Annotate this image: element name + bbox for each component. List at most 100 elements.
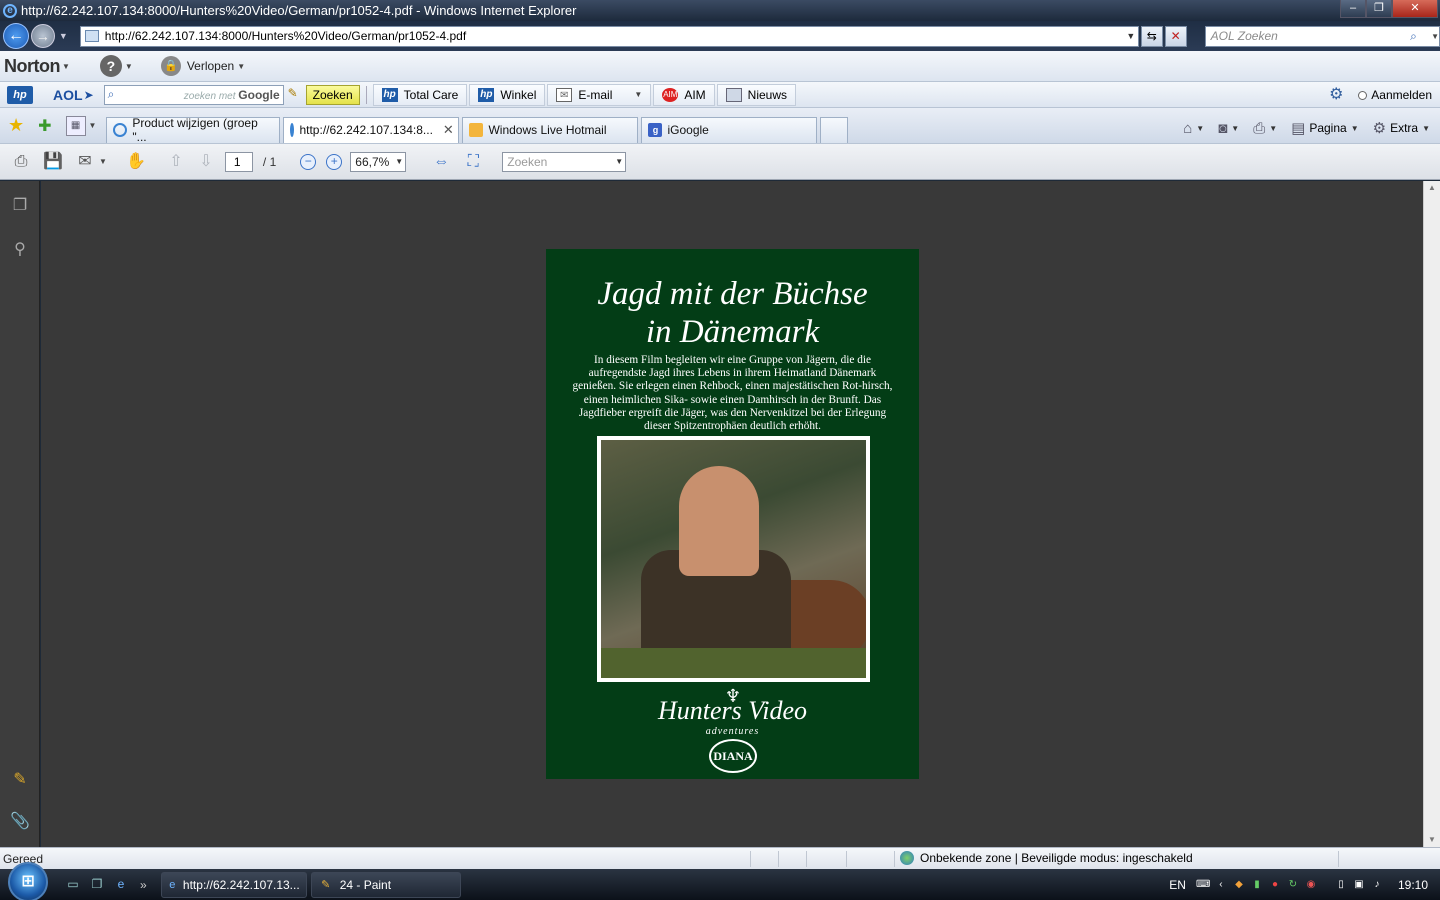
zoom-dropdown-icon[interactable]: ▼ — [393, 157, 405, 166]
expire-dropdown-icon[interactable]: ▼ — [237, 62, 245, 71]
scroll-down-icon[interactable]: ▼ — [1424, 833, 1440, 847]
page-menu[interactable]: Pagina — [1309, 121, 1346, 135]
add-favorite-icon[interactable]: ✚ — [38, 116, 51, 136]
tools-dropdown-icon[interactable]: ▼ — [1422, 124, 1430, 133]
history-dropdown-icon[interactable]: ▼ — [59, 31, 68, 41]
highlight-icon[interactable]: ✎ — [288, 86, 304, 104]
aol-logo[interactable]: AOL — [53, 87, 83, 103]
keyboard-icon[interactable]: ⌨ — [1196, 878, 1210, 892]
comments-icon[interactable]: ✎ — [9, 769, 31, 791]
lock-icon[interactable]: 🔒 — [160, 56, 181, 76]
sync-icon[interactable]: ↻ — [1286, 878, 1300, 892]
address-url[interactable]: http://62.242.107.134:8000/Hunters%20Vid… — [105, 29, 1124, 43]
scroll-up-icon[interactable]: ▲ — [1424, 181, 1440, 195]
favorites-star-icon[interactable]: ★ — [8, 115, 24, 136]
forward-button[interactable]: → — [30, 24, 55, 48]
home-icon[interactable]: ⌂ — [1183, 120, 1192, 137]
quicklaunch-more-icon[interactable]: » — [140, 878, 147, 892]
tab-product[interactable]: Product wijzigen (groep "... — [106, 116, 281, 144]
tab-list-dropdown-icon[interactable]: ▼ — [89, 121, 97, 130]
expire-label[interactable]: Verlopen — [187, 59, 234, 73]
zoom-in-icon[interactable]: + — [326, 153, 343, 170]
google-search-input[interactable]: ⌕ zoeken met Google — [103, 84, 284, 105]
link-email[interactable]: ✉ E-mail ▼ — [547, 83, 652, 106]
search-dropdown-icon[interactable]: ▼ — [1431, 32, 1439, 41]
rss-feed-icon[interactable]: ◙ — [1218, 120, 1227, 137]
pages-panel-icon[interactable]: ❐ — [9, 195, 31, 217]
pdf-next-page-icon[interactable]: ⇩ — [195, 151, 217, 173]
update-icon[interactable]: ◉ — [1304, 878, 1318, 892]
fit-width-icon[interactable]: ⇔ — [430, 151, 452, 173]
norton-brand[interactable]: Norton — [4, 56, 60, 77]
pdf-email-dropdown-icon[interactable]: ▼ — [99, 157, 107, 166]
tab-pdf[interactable]: http://62.242.107.134:8... ✕ — [283, 116, 460, 143]
close-tab-icon[interactable]: ✕ — [443, 122, 454, 138]
pdf-page-input[interactable]: 1 — [224, 151, 253, 172]
task-paint[interactable]: ✎ 24 - Paint — [310, 871, 461, 898]
attachment-icon[interactable]: 📎 — [9, 811, 31, 833]
gear-icon[interactable]: ⚙ — [1326, 85, 1346, 105]
antivirus-icon[interactable]: ● — [1268, 878, 1282, 892]
signin-link[interactable]: Aanmelden — [1371, 88, 1432, 102]
google-search-button[interactable]: Zoeken — [305, 84, 360, 105]
feed-dropdown-icon[interactable]: ▼ — [1231, 124, 1239, 133]
email-dropdown-icon[interactable]: ▼ — [634, 90, 642, 99]
address-dropdown-icon[interactable]: ▼ — [1124, 31, 1138, 41]
tray-expand-icon[interactable]: ‹ — [1214, 878, 1228, 892]
language-indicator[interactable]: EN — [1169, 878, 1186, 892]
start-button[interactable]: ⊞ — [8, 861, 48, 900]
link-aim[interactable]: AIM AIM — [653, 83, 715, 106]
help-dropdown-icon[interactable]: ▼ — [125, 62, 133, 71]
pdf-email-icon[interactable]: ✉ — [74, 151, 96, 173]
link-winkel[interactable]: hp Winkel — [469, 83, 546, 106]
link-label: Total Care — [403, 87, 459, 102]
search-box[interactable]: AOL Zoeken ⌕ ▼ — [1204, 25, 1440, 47]
tab-igoogle[interactable]: g iGoogle — [641, 116, 818, 143]
stop-button[interactable]: ✕ — [1164, 25, 1187, 47]
print-icon[interactable]: ⎙ — [1253, 120, 1265, 137]
clock[interactable]: 19:10 — [1398, 878, 1428, 892]
binoculars-icon[interactable]: ⚲ — [9, 239, 31, 261]
address-field[interactable]: http://62.242.107.134:8000/Hunters%20Vid… — [79, 25, 1139, 47]
task-ie[interactable]: e http://62.242.107.13... — [160, 871, 307, 898]
page-dropdown-icon[interactable]: ▼ — [1351, 124, 1359, 133]
pdf-print-icon[interactable]: ⎙ — [10, 151, 32, 173]
maximize-button[interactable]: ❐ — [1366, 0, 1392, 18]
pdf-prev-page-icon[interactable]: ⇧ — [165, 151, 187, 173]
signal-icon[interactable]: ▮ — [1250, 878, 1264, 892]
tray-app-icon[interactable]: ◆ — [1232, 878, 1246, 892]
hp-logo-icon[interactable]: hp — [7, 85, 33, 104]
network-icon[interactable]: ▣ — [1352, 878, 1366, 892]
pdf-save-icon[interactable]: 💾 — [42, 151, 64, 173]
print-dropdown-icon[interactable]: ▼ — [1269, 124, 1277, 133]
link-news[interactable]: Nieuws — [716, 83, 797, 106]
pdf-hand-icon[interactable]: ✋ — [125, 151, 147, 173]
battery-icon[interactable]: ▯ — [1334, 878, 1348, 892]
new-tab-button[interactable] — [820, 116, 849, 143]
switch-windows-icon[interactable]: ❐ — [88, 877, 106, 893]
show-desktop-icon[interactable]: ▭ — [64, 877, 82, 893]
tools-menu[interactable]: Extra — [1390, 121, 1418, 135]
close-window-button[interactable]: ✕ — [1392, 0, 1438, 18]
zoom-select[interactable]: 66,7% ▼ — [350, 151, 407, 172]
pdf-find-input[interactable]: Zoeken ▼ — [502, 151, 627, 172]
quicklaunch-ie-icon[interactable]: e — [112, 877, 130, 893]
link-total-care[interactable]: hp Total Care — [372, 83, 468, 106]
pdf-find-placeholder[interactable]: Zoeken — [503, 155, 613, 169]
zoom-out-icon[interactable]: − — [300, 153, 317, 170]
search-placeholder[interactable]: AOL Zoeken — [1206, 29, 1410, 43]
fit-page-icon[interactable]: ⛶ — [462, 151, 484, 173]
norton-dropdown-icon[interactable]: ▼ — [62, 62, 70, 71]
find-dropdown-icon[interactable]: ▼ — [613, 157, 625, 166]
volume-icon[interactable]: ♪ — [1370, 878, 1384, 892]
home-dropdown-icon[interactable]: ▼ — [1196, 124, 1204, 133]
help-icon[interactable]: ? — [99, 55, 122, 77]
back-button[interactable]: ← — [3, 23, 29, 49]
search-icon[interactable]: ⌕ — [1410, 29, 1428, 44]
security-zone[interactable]: Onbekende zone | Beveiligde modus: inges… — [900, 851, 1193, 865]
tab-hotmail[interactable]: Windows Live Hotmail — [462, 116, 639, 143]
vertical-scrollbar[interactable]: ▲ ▼ — [1423, 181, 1440, 847]
refresh-button[interactable]: ⇆ — [1140, 25, 1163, 47]
quick-tabs-icon[interactable]: ▦ — [65, 115, 86, 136]
minimize-button[interactable]: – — [1340, 0, 1366, 18]
